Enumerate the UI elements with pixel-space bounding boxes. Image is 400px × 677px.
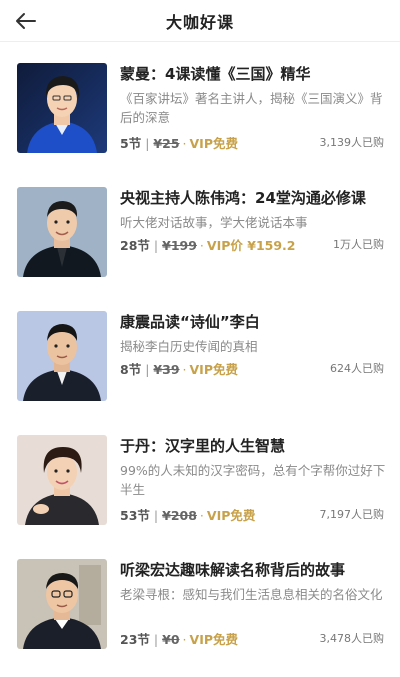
dot-separator: · — [199, 238, 204, 253]
course-card[interactable]: 蒙曼：4课读懂《三国》精华 《百家讲坛》著名主讲人，揭秘《三国演义》背后的深意 … — [0, 43, 400, 167]
course-description: 99%的人未知的汉字密码，总有个字帮你过好下半生 — [120, 463, 386, 497]
separator: | — [153, 632, 159, 647]
separator: | — [153, 238, 159, 253]
separator: | — [145, 136, 150, 151]
course-title: 听梁宏达趣味解读名称背后的故事 — [120, 561, 346, 579]
original-price: ¥208 — [162, 508, 197, 523]
vip-price: VIP免费 — [189, 136, 239, 151]
buyer-count: 3,478人已购 — [319, 632, 385, 645]
course-title: 蒙曼：4课读懂《三国》精华 — [120, 65, 311, 83]
lesson-count: 28节 — [120, 238, 150, 253]
course-title: 央视主持人陈伟鸿：24堂沟通必修课 — [120, 189, 366, 207]
lesson-count: 5节 — [120, 136, 142, 151]
course-meta: 53节 | ¥208 · VIP免费 7,197人已购 — [120, 505, 384, 523]
dot-separator: · — [199, 508, 204, 523]
course-thumbnail — [17, 63, 107, 153]
course-thumbnail — [17, 187, 107, 277]
lesson-count: 8节 — [120, 362, 142, 377]
lesson-count: 53节 — [120, 508, 150, 523]
vip-price: VIP免费 — [189, 632, 239, 647]
course-card[interactable]: 于丹：汉字里的人生智慧 99%的人未知的汉字密码，总有个字帮你过好下半生 53节… — [0, 415, 400, 539]
buyer-count: 3,139人已购 — [319, 136, 385, 149]
course-card[interactable]: 康震品读“诗仙”李白 揭秘李白历史传闻的真相 8节 | ¥39 · VIP免费 624人… — [0, 291, 400, 415]
dot-separator: · — [182, 632, 187, 647]
course-thumbnail — [17, 435, 107, 525]
dot-separator: · — [182, 362, 187, 377]
vip-price: VIP免费 — [189, 362, 239, 377]
separator: | — [153, 508, 159, 523]
separator: | — [145, 362, 150, 377]
course-title: 于丹：汉字里的人生智慧 — [120, 437, 286, 455]
course-description: 揭秘李白历史传闻的真相 — [120, 339, 258, 354]
original-price: ¥25 — [153, 136, 180, 151]
dot-separator: · — [182, 136, 187, 151]
course-title: 康震品读“诗仙”李白 — [120, 313, 260, 331]
course-meta: 5节 | ¥25 · VIP免费 3,139人已购 — [120, 133, 384, 151]
course-card[interactable]: 央视主持人陈伟鸿：24堂沟通必修课 听大佬对话故事，学大佬说话本事 28节 | ¥1… — [0, 167, 400, 291]
course-description: 老梁寻根：感知与我们生活息息相关的名俗文化 — [120, 587, 383, 602]
buyer-count: 1万人已购 — [333, 238, 384, 251]
original-price: ¥0 — [162, 632, 180, 647]
course-thumbnail — [17, 311, 107, 401]
original-price: ¥199 — [162, 238, 197, 253]
lesson-count: 23节 — [120, 632, 150, 647]
course-description: 听大佬对话故事，学大佬说话本事 — [120, 215, 308, 230]
course-thumbnail — [17, 559, 107, 649]
course-list: 蒙曼：4课读懂《三国》精华 《百家讲坛》著名主讲人，揭秘《三国演义》背后的深意 … — [0, 43, 400, 663]
course-meta: 28节 | ¥199 · VIP价 ¥159.2 1万人已购 — [120, 235, 384, 253]
vip-price: VIP免费 — [206, 508, 256, 523]
page-title: 大咖好课 — [165, 13, 234, 32]
course-description: 《百家讲坛》著名主讲人，揭秘《三国演义》背后的深意 — [120, 91, 383, 125]
buyer-count: 7,197人已购 — [319, 508, 385, 521]
course-meta: 23节 | ¥0 · VIP免费 3,478人已购 — [120, 629, 384, 647]
top-bar: 大咖好课 — [0, 0, 400, 42]
course-card[interactable]: 听梁宏达趣味解读名称背后的故事 老梁寻根：感知与我们生活息息相关的名俗文化 23… — [0, 539, 400, 663]
vip-price: VIP价 ¥159.2 — [206, 238, 296, 253]
original-price: ¥39 — [153, 362, 180, 377]
course-meta: 8节 | ¥39 · VIP免费 624人已购 — [120, 359, 384, 377]
buyer-count: 624人已购 — [330, 362, 384, 375]
